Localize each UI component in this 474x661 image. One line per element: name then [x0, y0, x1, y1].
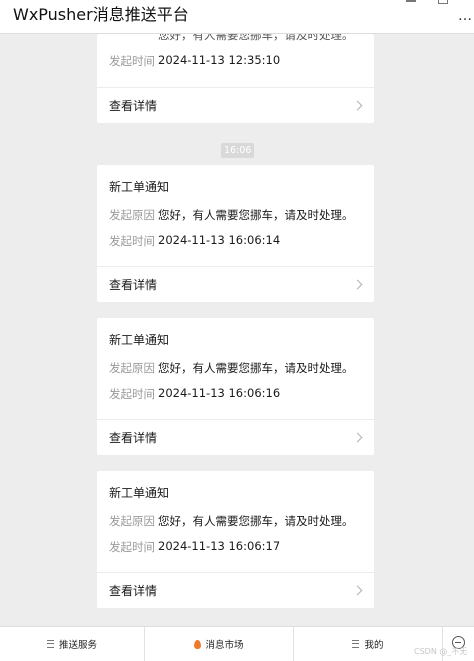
reason-label: 发起原因 — [109, 361, 155, 375]
bottom-menu-bar: 推送服务 消息市场 我的 — [0, 626, 474, 661]
time-value: 2024-11-13 12:35:10 — [158, 53, 281, 67]
flame-icon — [194, 639, 202, 649]
card-divider — [97, 266, 374, 267]
timestamp-divider: 16:06 — [221, 143, 255, 158]
message-card: 新工单通知 发起原因 您好，有人需要您挪车，请及时处理。 发起时间 2024-1… — [97, 471, 374, 608]
reason-value: 您好，有人需要您挪车，请及时处理。 — [158, 361, 354, 375]
time-label: 发起时间 — [109, 234, 155, 248]
tab-label: 消息市场 — [205, 640, 244, 651]
view-detail-link[interactable]: 查看详情 — [109, 276, 157, 293]
reason-label: 发起原因 — [109, 514, 155, 528]
reason-label: 发起原因 — [109, 208, 155, 222]
time-value: 2024-11-13 16:06:14 — [158, 233, 281, 247]
card-divider — [97, 87, 374, 88]
tab-label: 我的 — [364, 640, 384, 651]
menu-icon — [46, 640, 54, 648]
tab-push-service[interactable]: 推送服务 — [0, 627, 144, 661]
chevron-right-icon[interactable] — [352, 585, 363, 596]
page-title: WxPusher消息推送平台 — [13, 5, 189, 24]
card-title: 新工单通知 — [109, 180, 170, 194]
reason-value-cut: 您好，有人需要您挪车，请及时处理。 — [158, 34, 354, 42]
title-bar: WxPusher消息推送平台 … — [0, 0, 474, 34]
reason-value: 您好，有人需要您挪车，请及时处理。 — [158, 208, 354, 222]
message-card: 新工单通知 发起原因 您好，有人需要您挪车，请及时处理。 发起时间 2024-1… — [97, 318, 374, 455]
card-divider — [97, 419, 374, 420]
message-card: 新工单通知 发起原因 您好，有人需要您挪车，请及时处理。 发起时间 2024-1… — [97, 165, 374, 302]
tab-label: 推送服务 — [58, 640, 97, 651]
message-card: 您好，有人需要您挪车，请及时处理。 发起时间 2024-11-13 12:35:… — [97, 34, 374, 123]
chevron-right-icon[interactable] — [352, 100, 363, 111]
view-detail-link[interactable]: 查看详情 — [109, 429, 157, 446]
menu-icon — [352, 640, 360, 648]
watermark: CSDN @_不无 — [414, 647, 468, 656]
maximize-icon[interactable] — [438, 0, 448, 4]
time-value: 2024-11-13 16:06:17 — [158, 539, 281, 553]
time-label: 发起时间 — [109, 540, 155, 554]
more-icon[interactable]: … — [458, 6, 472, 26]
card-title: 新工单通知 — [109, 486, 170, 500]
tab-message-market[interactable]: 消息市场 — [145, 627, 293, 661]
time-value: 2024-11-13 16:06:16 — [158, 386, 281, 400]
chevron-right-icon[interactable] — [352, 432, 363, 443]
reason-value: 您好，有人需要您挪车，请及时处理。 — [158, 514, 354, 528]
chevron-right-icon[interactable] — [352, 279, 363, 290]
view-detail-link[interactable]: 查看详情 — [109, 97, 157, 114]
view-detail-link[interactable]: 查看详情 — [109, 582, 157, 599]
time-label: 发起时间 — [109, 54, 155, 68]
time-label: 发起时间 — [109, 387, 155, 401]
card-title: 新工单通知 — [109, 333, 170, 347]
card-divider — [97, 572, 374, 573]
minimize-icon[interactable] — [406, 0, 416, 2]
